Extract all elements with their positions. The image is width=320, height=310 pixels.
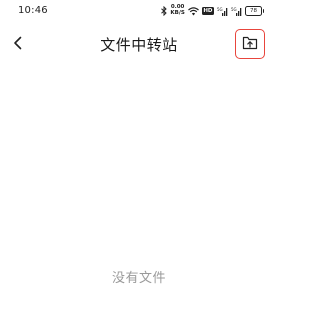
signal-icon: 5G <box>231 5 242 17</box>
bluetooth-icon <box>161 5 168 17</box>
hd-icon: HD <box>201 5 214 17</box>
screen: 10:46 0.00 KB/S HD 5G 5G 78 文件中转站 没有文件 <box>0 0 278 310</box>
status-icons: 0.00 KB/S HD 5G 5G 78 <box>161 4 264 17</box>
battery-tip <box>262 9 264 13</box>
svg-text:5G: 5G <box>217 7 223 12</box>
hd-label: HD <box>201 7 214 15</box>
empty-state-text: 没有文件 <box>111 271 166 286</box>
status-time: 10:46 <box>18 5 48 16</box>
signal-icon: 5G <box>217 5 228 17</box>
network-speed-unit: KB/S <box>170 9 185 16</box>
nav-bar: 文件中转站 <box>0 24 278 64</box>
battery-icon: 78 <box>245 5 264 17</box>
upload-file-button[interactable] <box>235 29 265 59</box>
network-speed-icon: 0.00 KB/S <box>170 4 185 17</box>
wifi-icon <box>187 5 199 17</box>
battery-level: 78 <box>245 6 262 16</box>
svg-text:5G: 5G <box>231 7 237 12</box>
status-bar: 10:46 0.00 KB/S HD 5G 5G 78 <box>0 0 278 22</box>
upload-file-icon <box>242 35 258 54</box>
